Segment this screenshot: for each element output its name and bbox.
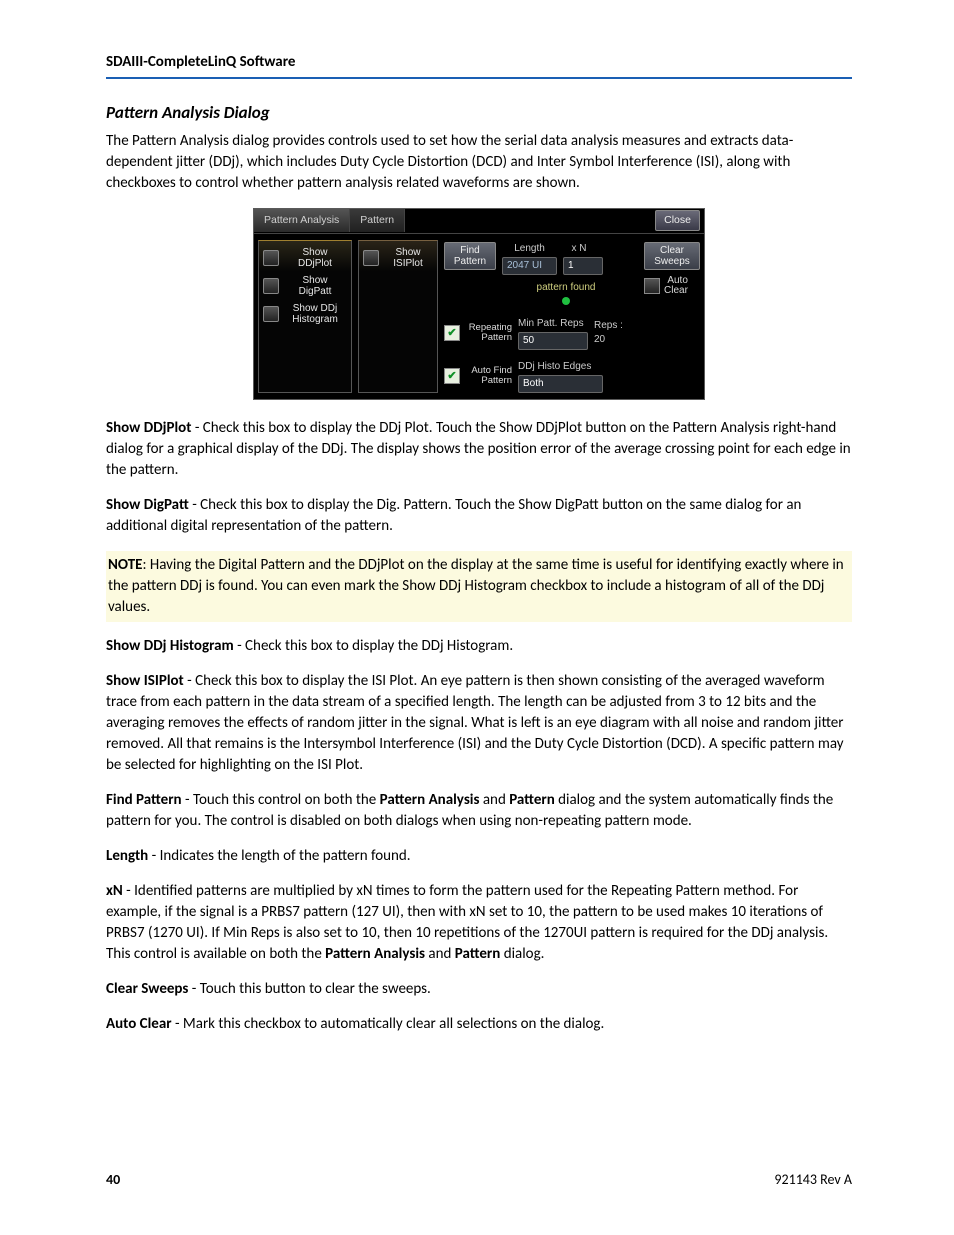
checkbox-icon <box>644 278 660 294</box>
histo-label: DDj Histo Edges <box>518 360 603 374</box>
page-footer: 40 921143 Rev A <box>106 1170 852 1190</box>
checkmark-icon: ✔ <box>444 368 460 384</box>
tab-pattern-analysis[interactable]: Pattern Analysis <box>254 209 350 232</box>
doc-revision: 921143 Rev A <box>774 1170 852 1190</box>
checkbox-icon <box>263 306 279 322</box>
clear-sweeps-button[interactable]: Clear Sweeps <box>644 242 700 270</box>
para-auto-clear: Auto Clear - Mark this checkbox to autom… <box>106 1014 852 1035</box>
intro-paragraph: The Pattern Analysis dialog provides con… <box>106 131 852 194</box>
status-dot-icon <box>562 297 570 305</box>
show-ddjhist-checkbox[interactable]: Show DDj Histogram <box>263 303 347 325</box>
show-ddjplot-checkbox[interactable]: Show DDjPlot <box>263 247 347 269</box>
note-box: NOTE: Having the Digital Pattern and the… <box>106 551 852 622</box>
dialog-screenshot: Pattern Analysis Pattern Close Show DDjP… <box>106 208 852 400</box>
show-isiplot-checkbox[interactable]: Show ISIPlot <box>363 247 433 269</box>
checkbox-icon <box>363 250 379 266</box>
para-clear-sweeps: Clear Sweeps - Touch this button to clea… <box>106 979 852 1000</box>
checkbox-icon <box>263 278 279 294</box>
para-show-digpatt: Show DigPatt - Check this box to display… <box>106 495 852 537</box>
page-header: SDAIII-CompleteLinQ Software <box>106 52 852 79</box>
reps-value: 20 <box>594 334 605 345</box>
histo-field[interactable]: Both <box>518 375 603 393</box>
show-digpatt-checkbox[interactable]: Show DigPatt <box>263 275 347 297</box>
para-show-ddjhist: Show DDj Histogram - Check this box to d… <box>106 636 852 657</box>
pattern-status: pattern found <box>494 281 638 295</box>
xn-label: x N <box>563 242 595 256</box>
page-number: 40 <box>106 1170 120 1190</box>
tab-pattern[interactable]: Pattern <box>350 209 405 232</box>
autofind-pattern-checkbox[interactable]: ✔ Auto Find Pattern <box>444 366 512 386</box>
length-label: Length <box>502 242 557 256</box>
xn-field[interactable]: 1 <box>563 257 603 275</box>
minpatt-label: Min Patt. Reps <box>518 317 588 331</box>
page-title: Pattern Analysis Dialog <box>106 101 852 125</box>
reps-label: Reps : <box>594 320 623 331</box>
para-show-isiplot: Show ISIPlot - Check this box to display… <box>106 671 852 776</box>
repeating-pattern-checkbox[interactable]: ✔ Repeating Pattern <box>444 323 512 343</box>
checkbox-icon <box>263 250 279 266</box>
para-find-pattern: Find Pattern - Touch this control on bot… <box>106 790 852 832</box>
para-show-ddjplot: Show DDjPlot - Check this box to display… <box>106 418 852 481</box>
para-length: Length - Indicates the length of the pat… <box>106 846 852 867</box>
checkmark-icon: ✔ <box>444 325 460 341</box>
length-field[interactable]: 2047 UI <box>502 257 557 275</box>
find-pattern-button[interactable]: Find Pattern <box>444 242 496 270</box>
auto-clear-checkbox[interactable]: Auto Clear <box>644 276 700 297</box>
para-xn: xN - Identified patterns are multiplied … <box>106 881 852 965</box>
close-button[interactable]: Close <box>655 210 700 231</box>
minpatt-field[interactable]: 50 <box>518 332 588 350</box>
